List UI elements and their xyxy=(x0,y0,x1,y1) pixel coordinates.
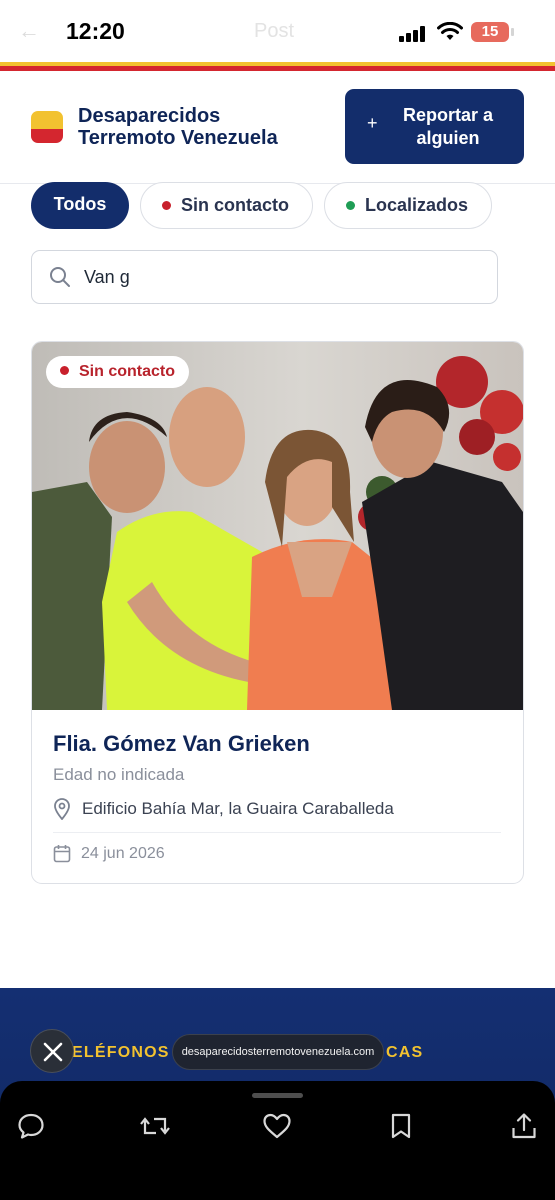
url-bar[interactable]: desaparecidosterremotovenezuela.com xyxy=(172,1034,384,1070)
repost-icon[interactable] xyxy=(139,1112,171,1140)
app-title: Post xyxy=(254,20,295,42)
like-icon[interactable] xyxy=(262,1112,292,1140)
filter-found[interactable]: Localizados xyxy=(324,182,492,229)
report-person-button[interactable]: + Reportar a alguien xyxy=(345,89,524,164)
green-dot-icon xyxy=(346,200,355,210)
person-location: Edificio Bahía Mar, la Guaira Caraballed… xyxy=(82,799,394,818)
location-pin-icon xyxy=(54,798,70,820)
brand-line-1: Desaparecidos xyxy=(78,105,221,127)
footer-heading-right: CAS xyxy=(386,1044,424,1061)
share-icon[interactable] xyxy=(510,1112,538,1140)
filter-all[interactable]: Todos xyxy=(31,182,129,229)
battery-cap xyxy=(511,28,514,36)
brand-line-2: Terremoto Venezuela xyxy=(78,127,278,149)
search-value: Van g xyxy=(84,267,130,287)
search-icon xyxy=(50,267,70,287)
status-time: 12:20 xyxy=(66,18,125,44)
wifi-icon xyxy=(437,22,463,40)
back-arrow-icon[interactable]: ← xyxy=(18,18,40,44)
site-header: Desaparecidos Terremoto Venezuela + Repo… xyxy=(0,71,555,184)
footer-phones-heading: ELÉFONOS xyxy=(72,1044,170,1061)
site-brand[interactable]: Desaparecidos Terremoto Venezuela xyxy=(78,105,278,149)
person-card[interactable]: Sin contacto Flia. Gómez Van Grieken Eda… xyxy=(31,341,524,884)
report-label-line-1: Reportar a xyxy=(402,105,494,125)
status-badge: Sin contacto xyxy=(46,356,190,388)
filter-no-contact-label: Sin contacto xyxy=(181,195,290,215)
close-icon xyxy=(43,1042,63,1062)
person-name[interactable]: Flia. Gómez Van Grieken xyxy=(53,731,310,757)
drag-handle[interactable] xyxy=(252,1093,303,1098)
red-dot-icon xyxy=(162,200,171,210)
report-date: 24 jun 2026 xyxy=(81,845,165,862)
red-dot-icon xyxy=(60,366,69,376)
person-photo[interactable] xyxy=(32,342,523,710)
report-label-line-2: alguien xyxy=(416,128,480,148)
reply-icon[interactable] xyxy=(17,1112,45,1140)
bookmark-icon[interactable] xyxy=(388,1112,414,1140)
post-action-bar xyxy=(0,1081,555,1200)
card-divider xyxy=(53,832,501,833)
filter-found-label: Localizados xyxy=(365,195,469,215)
person-age: Edad no indicada xyxy=(53,765,185,784)
report-button-label: Reportar a alguien xyxy=(393,104,503,150)
calendar-icon xyxy=(53,845,71,863)
battery-icon: 15 xyxy=(471,22,509,42)
signal-icon xyxy=(399,26,427,42)
close-browser-button[interactable] xyxy=(30,1029,74,1073)
flag-logo-icon[interactable] xyxy=(31,111,63,143)
search-input[interactable]: Van g xyxy=(31,250,498,304)
status-bar: ← 12:20 Post 15 xyxy=(0,0,555,62)
status-badge-label: Sin contacto xyxy=(79,363,176,380)
filter-no-contact[interactable]: Sin contacto xyxy=(140,182,313,229)
plus-icon: + xyxy=(367,113,378,133)
